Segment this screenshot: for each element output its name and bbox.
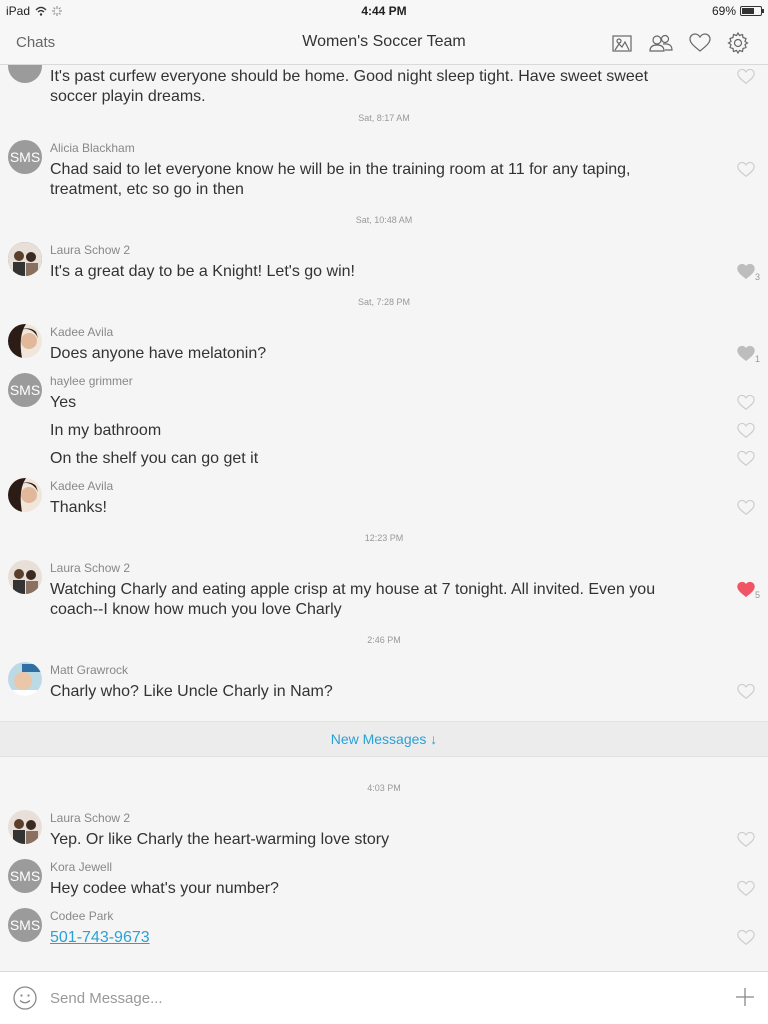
sender-name: Laura Schow 2: [50, 811, 131, 825]
new-messages-button[interactable]: New Messages ↓: [0, 721, 768, 757]
timestamp: 2:46 PM: [367, 635, 401, 645]
sender-name: Alicia Blackham: [50, 141, 135, 155]
avatar: [8, 662, 42, 696]
message-row: It's past curfew everyone should be home…: [0, 65, 768, 105]
message-text: Thanks!: [50, 499, 107, 516]
phone-number-link[interactable]: 501-743-9673: [50, 928, 150, 948]
avatar-photo: [8, 810, 42, 844]
message-row: SMS Codee Park 501-743-9673: [0, 908, 768, 953]
status-time: 4:44 PM: [361, 4, 407, 18]
members-icon[interactable]: [648, 31, 674, 55]
avatar: [8, 810, 42, 844]
settings-icon[interactable]: [726, 31, 750, 55]
battery-fill: [742, 8, 755, 14]
message-text: Chad said to let everyone know he will b…: [50, 161, 631, 198]
sender-name: Codee Park: [50, 909, 114, 923]
like-heart-icon[interactable]: [736, 879, 756, 897]
liked-heart-icon[interactable]: [736, 262, 756, 280]
like-heart-icon[interactable]: [736, 449, 756, 467]
like-heart-icon[interactable]: [736, 928, 756, 946]
sender-name: Kadee Avila: [50, 325, 114, 339]
message-text: Does anyone have melatonin?: [50, 345, 267, 362]
sender-name: Kora Jewell: [50, 860, 113, 874]
avatar: [8, 560, 42, 594]
avatar-photo: [8, 662, 42, 696]
battery-percent: 69%: [711, 4, 736, 18]
message-row: SMS Kora Jewell Hey codee what's your nu…: [0, 859, 768, 904]
timestamp: Sat, 8:17 AM: [358, 113, 410, 123]
sender-name: Laura Schow 2: [50, 243, 131, 257]
timestamp: Sat, 10:48 AM: [355, 215, 413, 225]
avatar: SMS: [8, 373, 42, 407]
status-bar: iPad 4:44 PM 69%: [0, 0, 768, 22]
liked-heart-icon[interactable]: [736, 344, 756, 362]
message-text: Watching Charly and eating apple crisp a…: [50, 581, 656, 618]
avatar: [8, 242, 42, 276]
sender-name: Kadee Avila: [50, 479, 114, 493]
like-heart-icon[interactable]: [736, 160, 756, 178]
avatar: [8, 65, 42, 83]
message-composer: [0, 971, 768, 1024]
like-heart-icon[interactable]: [736, 682, 756, 700]
sender-name: Laura Schow 2: [50, 561, 131, 575]
avatar: SMS: [8, 140, 42, 174]
avatar-photo: [8, 242, 42, 276]
message-text: It's past curfew everyone should be home…: [50, 68, 649, 105]
chats-back-button[interactable]: Chats: [16, 34, 55, 51]
message-text: On the shelf you can go get it: [50, 450, 259, 467]
chat-area[interactable]: It's past curfew everyone should be home…: [0, 65, 768, 971]
avatar: SMS: [8, 908, 42, 942]
emoji-icon[interactable]: [12, 985, 38, 1011]
message-text: Yep. Or like Charly the heart-warming lo…: [50, 831, 390, 848]
like-heart-icon[interactable]: [736, 393, 756, 411]
like-count: 5: [754, 590, 760, 600]
message-row: Laura Schow 2 It's a great day to be a K…: [0, 242, 768, 292]
message-row: Laura Schow 2 Watching Charly and eating…: [0, 560, 768, 630]
like-count: 3: [754, 272, 760, 282]
message-text: Charly who? Like Uncle Charly in Nam?: [50, 683, 333, 700]
timestamp: 4:03 PM: [367, 783, 401, 793]
battery-icon: [740, 6, 764, 16]
gallery-icon[interactable]: [610, 31, 634, 55]
like-heart-icon[interactable]: [736, 421, 756, 439]
message-text: It's a great day to be a Knight! Let's g…: [50, 263, 355, 280]
avatar-photo: [8, 324, 42, 358]
message-row: Laura Schow 2 Yep. Or like Charly the he…: [0, 810, 768, 855]
sender-name: haylee grimmer: [50, 374, 133, 388]
avatar: [8, 478, 42, 512]
avatar-photo: [8, 478, 42, 512]
like-heart-icon[interactable]: [736, 830, 756, 848]
message-row: SMS Alicia Blackham Chad said to let eve…: [0, 140, 768, 210]
like-heart-icon[interactable]: [736, 498, 756, 516]
timestamp: 12:23 PM: [364, 533, 404, 543]
like-count: 1: [754, 354, 760, 364]
heart-icon[interactable]: [688, 31, 712, 55]
message-row: Kadee Avila Thanks!: [0, 478, 768, 523]
liked-heart-icon[interactable]: [736, 580, 756, 598]
message-text: Hey codee what's your number?: [50, 880, 279, 897]
message-input[interactable]: [50, 985, 700, 1011]
avatar-photo: [8, 560, 42, 594]
timestamp: Sat, 7:28 PM: [357, 297, 411, 307]
message-row: Kadee Avila Does anyone have melatonin? …: [0, 324, 768, 369]
message-row: Matt Grawrock Charly who? Like Uncle Cha…: [0, 662, 768, 712]
like-heart-icon[interactable]: [736, 67, 756, 85]
sender-name: Matt Grawrock: [50, 663, 129, 677]
nav-bar: Chats Women's Soccer Team: [0, 22, 768, 65]
message-text: Yes: [50, 394, 77, 411]
avatar: SMS: [8, 859, 42, 893]
avatar: [8, 324, 42, 358]
message-row: SMS haylee grimmer Yes In my bathroom On…: [0, 373, 768, 483]
add-attachment-icon[interactable]: [734, 986, 756, 1008]
message-text: In my bathroom: [50, 422, 162, 439]
